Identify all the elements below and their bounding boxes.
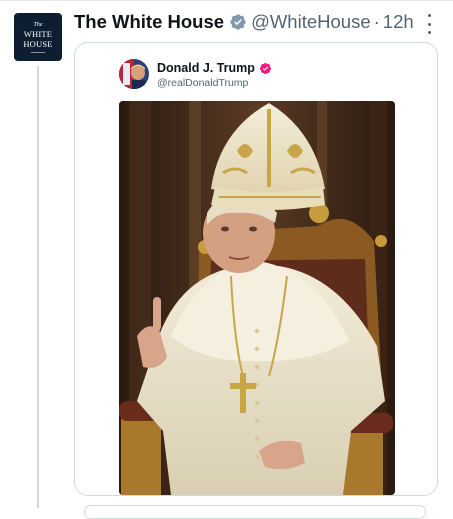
avatar-text-the: The bbox=[33, 21, 43, 28]
top-divider bbox=[0, 0, 453, 1]
more-dot bbox=[427, 22, 431, 26]
quoted-post-card[interactable]: Donald J. Trump @realDonaldTrump bbox=[74, 42, 438, 496]
post-timestamp[interactable]: 12h bbox=[383, 11, 414, 33]
quoted-post-image[interactable] bbox=[119, 101, 395, 495]
quoted-verified-badge-icon bbox=[259, 62, 272, 75]
thread-connector-line bbox=[37, 66, 39, 508]
more-dot bbox=[427, 14, 431, 17]
more-options-icon[interactable] bbox=[425, 14, 433, 34]
avatar-text-white: WHITE bbox=[23, 29, 53, 39]
author-display-name[interactable]: The White House bbox=[74, 11, 224, 33]
avatar-text-house: HOUSE bbox=[23, 38, 53, 49]
more-dot bbox=[427, 31, 431, 34]
header-separator: · bbox=[373, 11, 380, 32]
avatar-rule bbox=[31, 51, 45, 53]
author-handle[interactable]: @WhiteHouse bbox=[251, 11, 371, 33]
quoted-author-handle[interactable]: @realDonaldTrump bbox=[157, 77, 248, 89]
post-header: The White House @WhiteHouse · 12h bbox=[74, 10, 414, 34]
verified-badge-icon bbox=[229, 13, 247, 31]
quoted-author-avatar[interactable] bbox=[119, 59, 149, 89]
quoted-author-row: Donald J. Trump bbox=[157, 61, 272, 75]
quoted-author-name[interactable]: Donald J. Trump bbox=[157, 61, 255, 75]
white-house-avatar[interactable]: The WHITE HOUSE bbox=[14, 13, 62, 61]
next-post-card-edge bbox=[84, 505, 426, 519]
